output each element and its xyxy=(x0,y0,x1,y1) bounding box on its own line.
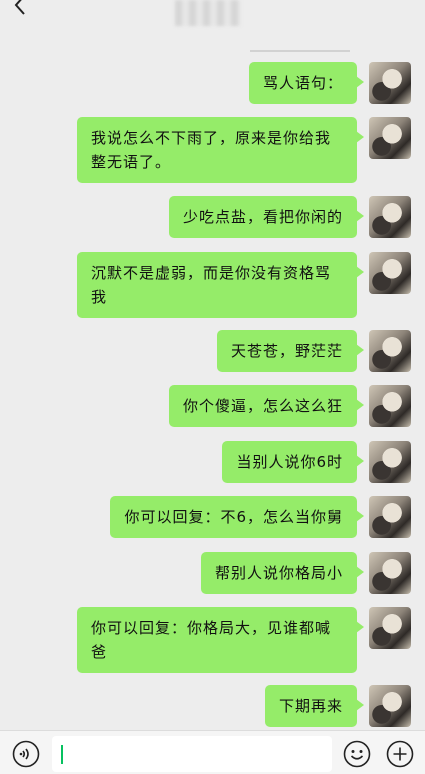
message-row: 少吃点盐，看把你闲的 xyxy=(168,196,411,238)
message-row: 骂人语句： xyxy=(248,62,411,104)
chat-title-blurred xyxy=(175,0,241,26)
avatar[interactable] xyxy=(369,385,411,427)
message-bubble[interactable]: 天苍苍，野茫茫 xyxy=(216,330,365,372)
message-row: 下期再来 xyxy=(264,685,411,727)
input-bar xyxy=(0,730,425,774)
avatar[interactable] xyxy=(369,441,411,483)
avatar[interactable] xyxy=(369,607,411,649)
voice-icon[interactable] xyxy=(12,740,40,768)
message-bubble[interactable]: 沉默不是虚弱，而是你没有资格骂我 xyxy=(77,252,364,318)
text-cursor xyxy=(61,745,63,764)
message-bubble[interactable]: 你个傻逼，怎么这么狂 xyxy=(168,385,365,427)
avatar[interactable] xyxy=(369,62,411,104)
avatar[interactable] xyxy=(369,685,411,727)
message-row: 你可以回复：你格局大，见谁都喊爸 xyxy=(77,607,411,673)
divider xyxy=(250,50,350,52)
avatar[interactable] xyxy=(369,117,411,159)
message-row: 你可以回复：不6，怎么当你舅 xyxy=(110,496,411,538)
message-bubble[interactable]: 帮别人说你格局小 xyxy=(200,552,365,594)
avatar[interactable] xyxy=(369,330,411,372)
avatar[interactable] xyxy=(369,552,411,594)
message-row: 帮别人说你格局小 xyxy=(200,552,411,594)
message-bubble[interactable]: 少吃点盐，看把你闲的 xyxy=(168,196,365,238)
top-bar xyxy=(0,0,425,36)
avatar[interactable] xyxy=(369,496,411,538)
message-bubble[interactable]: 下期再来 xyxy=(264,685,365,727)
chevron-left-icon[interactable] xyxy=(10,0,32,16)
emoji-icon[interactable] xyxy=(343,740,371,768)
message-input[interactable] xyxy=(52,736,332,772)
plus-icon[interactable] xyxy=(386,740,414,768)
message-bubble[interactable]: 骂人语句： xyxy=(248,62,365,104)
avatar[interactable] xyxy=(369,252,411,294)
message-row: 你个傻逼，怎么这么狂 xyxy=(168,385,411,427)
message-bubble[interactable]: 你可以回复：不6，怎么当你舅 xyxy=(110,496,364,538)
message-row: 沉默不是虚弱，而是你没有资格骂我 xyxy=(77,252,411,318)
message-bubble[interactable]: 你可以回复：你格局大，见谁都喊爸 xyxy=(77,607,364,673)
message-row: 当别人说你6时 xyxy=(222,441,411,483)
message-bubble[interactable]: 我说怎么不下雨了，原来是你给我整无语了。 xyxy=(77,117,364,183)
message-row: 天苍苍，野茫茫 xyxy=(216,330,411,372)
message-bubble[interactable]: 当别人说你6时 xyxy=(222,441,364,483)
message-row: 我说怎么不下雨了，原来是你给我整无语了。 xyxy=(77,117,411,183)
avatar[interactable] xyxy=(369,196,411,238)
